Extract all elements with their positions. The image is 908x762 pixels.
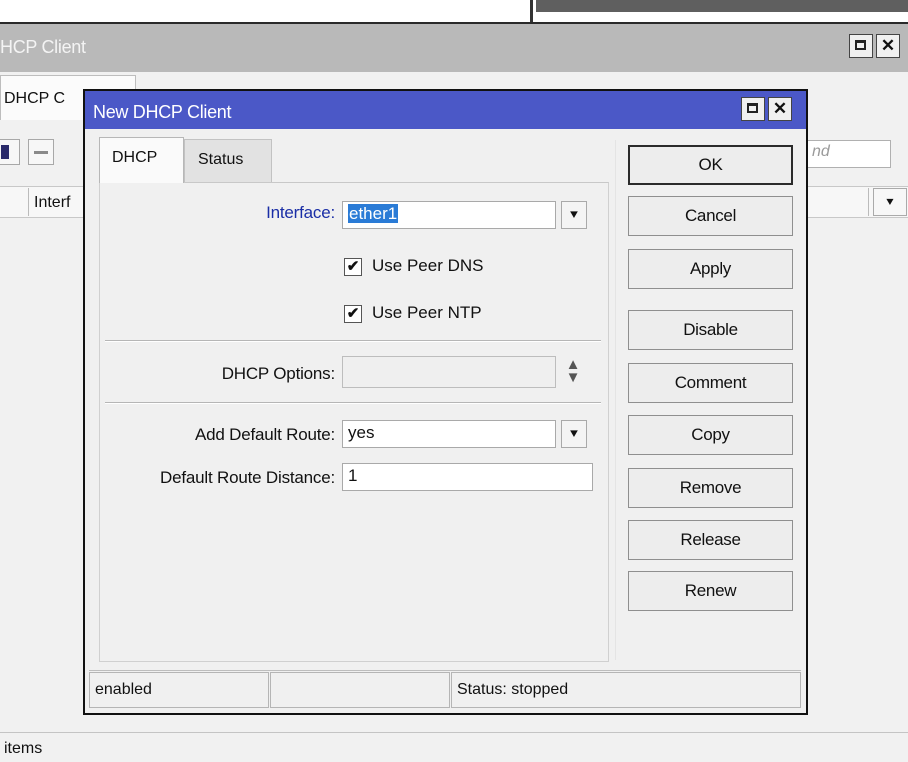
top-dark-panel <box>536 0 908 12</box>
top-divider <box>530 0 533 22</box>
add-default-route-label: Add Default Route: <box>194 425 335 444</box>
add-default-route-field[interactable]: yes <box>342 420 556 448</box>
ok-button[interactable]: OK <box>628 145 793 185</box>
interface-field[interactable]: ether1 <box>342 201 556 229</box>
remove-button[interactable]: Remove <box>628 468 793 508</box>
release-button[interactable]: Release <box>628 520 793 560</box>
section-separator <box>105 340 601 342</box>
chevron-down-icon[interactable]: ⯆ <box>873 188 907 216</box>
copy-button[interactable]: Copy <box>628 415 793 455</box>
dhcp-options-label: DHCP Options: <box>221 364 335 383</box>
background-window-titlebar[interactable] <box>0 22 908 72</box>
background-tab-label: DHCP C <box>4 90 66 107</box>
column-header-interface[interactable]: Interf <box>34 194 70 212</box>
chevron-down-icon[interactable]: ⯆ <box>561 420 587 448</box>
use-peer-ntp-checkbox[interactable]: ✔ <box>344 305 362 323</box>
status-middle <box>270 672 450 708</box>
maximize-icon[interactable] <box>741 97 765 121</box>
dhcp-options-field[interactable] <box>342 356 556 388</box>
vertical-separator <box>615 140 616 660</box>
column-separator <box>868 188 869 216</box>
dialog-title: New DHCP Client <box>93 102 232 122</box>
spin-updown-icon[interactable]: ▲ ▼ <box>562 357 584 386</box>
disable-button[interactable]: Disable <box>628 310 793 350</box>
apply-button[interactable]: Apply <box>628 249 793 289</box>
cancel-button[interactable]: Cancel <box>628 196 793 236</box>
use-peer-dns-checkbox[interactable]: ✔ <box>344 258 362 276</box>
chevron-down-icon[interactable]: ⯆ <box>561 201 587 229</box>
background-window-title: HCP Client <box>0 37 86 57</box>
maximize-icon[interactable] <box>849 34 873 58</box>
items-count-label: items <box>4 740 43 757</box>
find-input[interactable]: nd <box>803 140 891 168</box>
interface-value: ether1 <box>348 204 399 223</box>
background-statusbar <box>0 732 908 762</box>
remove-icon[interactable] <box>28 139 54 165</box>
section-separator <box>105 402 601 404</box>
tab-status-label: Status <box>198 151 244 168</box>
tab-dhcp-label: DHCP <box>112 149 158 166</box>
status-text: Status: stopped <box>451 672 801 708</box>
column-separator <box>28 188 29 216</box>
comment-button[interactable]: Comment <box>628 363 793 403</box>
add-icon[interactable] <box>0 139 20 165</box>
close-icon[interactable]: ✕ <box>876 34 900 58</box>
interface-label: Interface: <box>266 203 335 222</box>
status-state: enabled <box>89 672 269 708</box>
close-icon[interactable]: ✕ <box>768 97 792 121</box>
use-peer-ntp-label: Use Peer NTP <box>372 303 482 322</box>
renew-button[interactable]: Renew <box>628 571 793 611</box>
default-route-distance-label: Default Route Distance: <box>160 468 335 487</box>
default-route-distance-field[interactable]: 1 <box>342 463 593 491</box>
use-peer-dns-label: Use Peer DNS <box>372 256 484 275</box>
